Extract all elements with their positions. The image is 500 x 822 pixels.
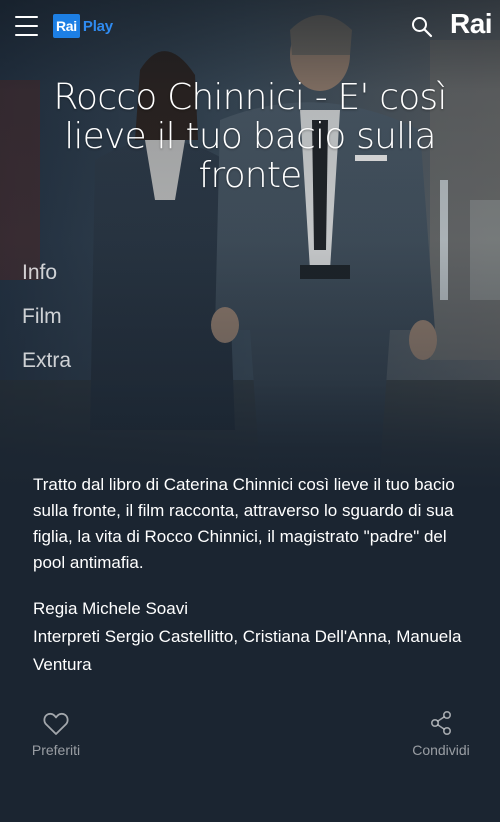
program-title: Rocco Chinnici - E' così lieve il tuo ba… bbox=[53, 77, 447, 196]
program-description: Tratto dal libro di Caterina Chinnici co… bbox=[33, 475, 455, 572]
share-button[interactable]: Condividi bbox=[408, 710, 474, 758]
favorites-label: Preferiti bbox=[31, 742, 81, 758]
section-tab-extra[interactable]: Extra bbox=[22, 350, 71, 372]
share-icon bbox=[430, 710, 452, 735]
share-label: Condividi bbox=[412, 742, 470, 758]
section-tab-info[interactable]: Info bbox=[22, 262, 71, 284]
raiplay-logo-rai: Rai bbox=[53, 14, 80, 38]
hamburger-menu-icon[interactable] bbox=[15, 16, 38, 36]
rai-logo[interactable]: Rai bbox=[450, 8, 493, 40]
top-bar: Rai Play Rai bbox=[0, 0, 500, 55]
favorites-button[interactable]: Preferiti bbox=[28, 712, 84, 758]
section-nav: Info Film Extra bbox=[22, 262, 71, 394]
heart-icon bbox=[43, 712, 69, 735]
raiplay-logo-play: Play bbox=[82, 17, 113, 35]
section-tab-film[interactable]: Film bbox=[22, 306, 71, 328]
director-credit: Regia Michele Soavi bbox=[33, 599, 188, 618]
search-icon[interactable] bbox=[410, 15, 434, 39]
program-credits: Regia Michele Soavi Interpreti Sergio Ca… bbox=[33, 595, 473, 679]
raiplay-logo[interactable]: Rai Play bbox=[53, 13, 113, 39]
cast-credit: Interpreti Sergio Castellitto, Cristiana… bbox=[33, 627, 462, 674]
